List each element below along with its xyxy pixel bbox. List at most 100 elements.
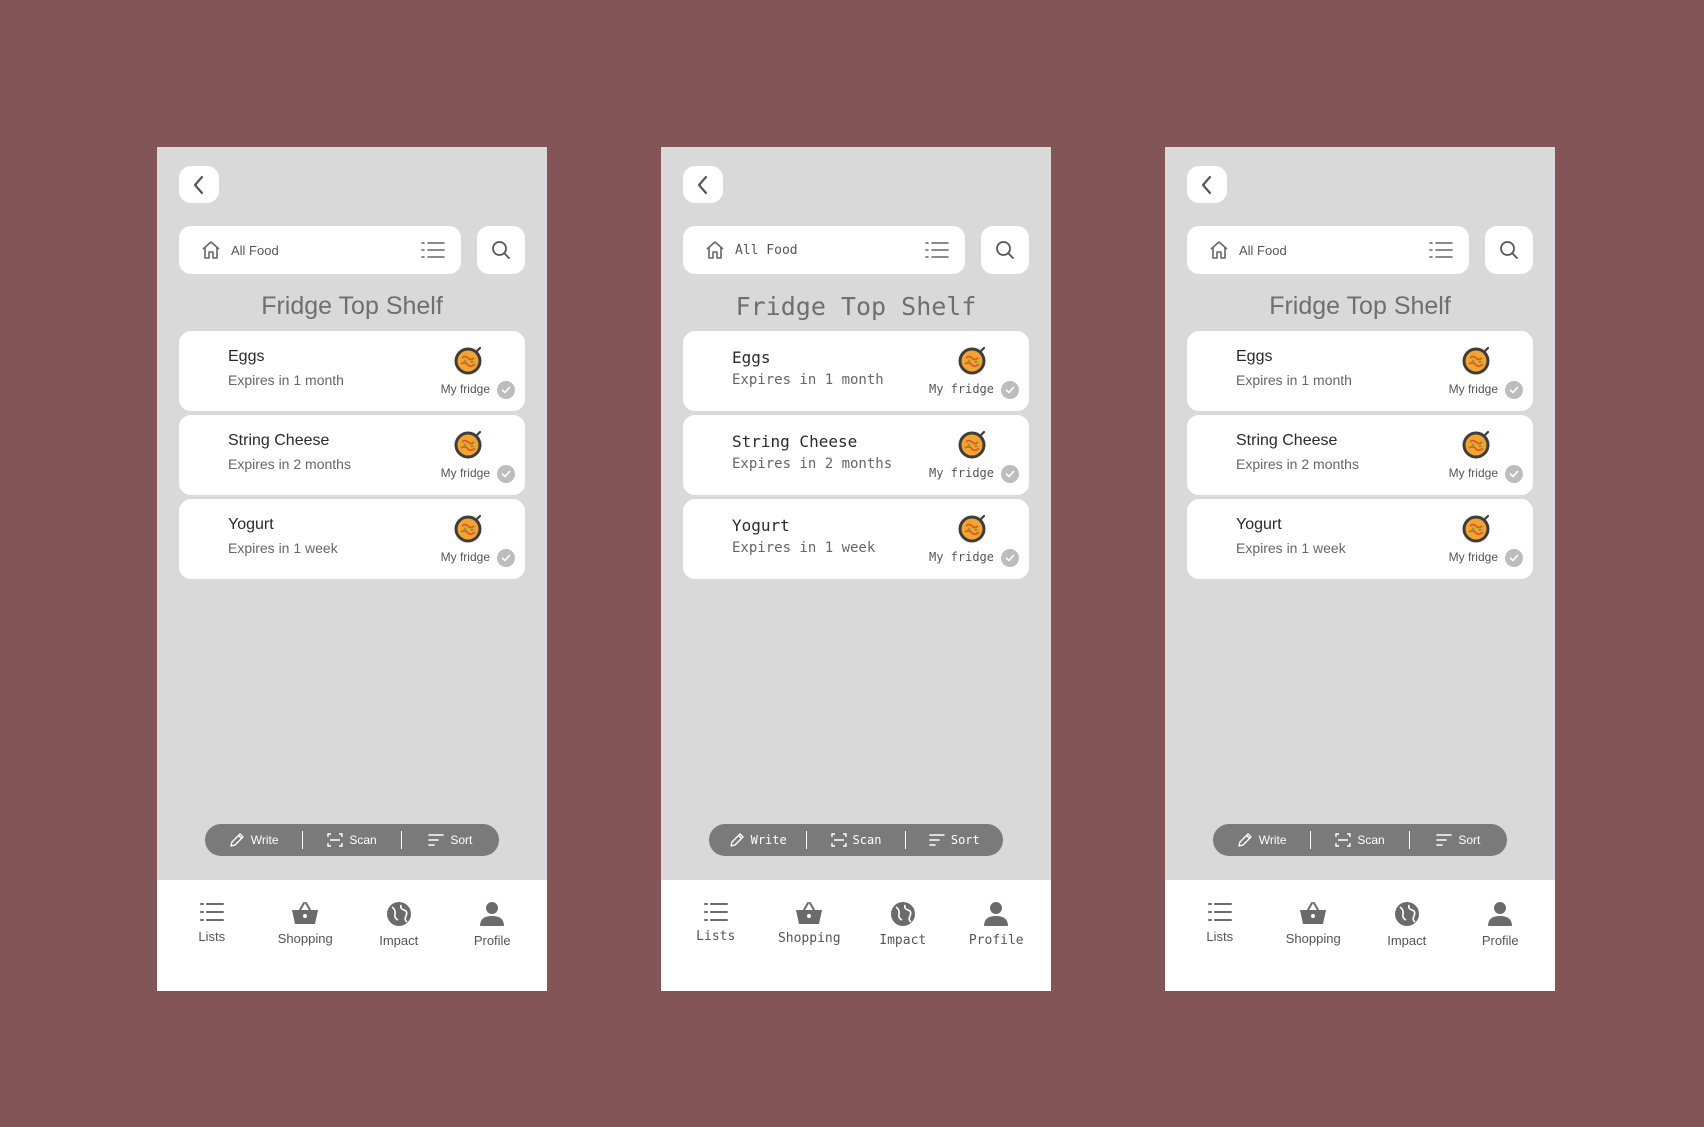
nav-shopping-label: Shopping: [1285, 931, 1341, 946]
home-icon: [1210, 241, 1228, 259]
list-item[interactable]: Yogurt Expires in 1 week My fridge: [683, 499, 1029, 579]
item-location: My fridge: [440, 382, 490, 396]
basket-icon: [796, 902, 823, 924]
check-circle-icon[interactable]: [1505, 549, 1523, 567]
write-label: Write: [750, 833, 787, 847]
sort-button[interactable]: Sort: [402, 824, 499, 856]
phone-screen: All Food Fridge Top Shelf Eggs Expires i…: [661, 147, 1051, 991]
person-icon: [984, 902, 1009, 926]
list-icon: [199, 903, 224, 921]
nav-lists[interactable]: Lists: [172, 880, 252, 991]
chevron-left-icon: [1201, 175, 1212, 194]
food-dish-icon: [1462, 430, 1490, 459]
item-expiry: Expires in 1 month: [228, 372, 344, 388]
back-button[interactable]: [683, 166, 723, 203]
search-icon: [492, 241, 510, 259]
nav-profile[interactable]: Profile: [1460, 880, 1540, 991]
category-filter[interactable]: All Food: [179, 226, 461, 274]
list-item[interactable]: Eggs Expires in 1 month My fridge: [683, 331, 1029, 411]
nav-shopping[interactable]: Shopping: [769, 880, 849, 991]
search-icon: [1500, 241, 1518, 259]
filter-label: All Food: [231, 242, 279, 258]
back-button[interactable]: [179, 166, 219, 203]
item-location: My fridge: [928, 466, 994, 480]
nav-shopping[interactable]: Shopping: [265, 880, 345, 991]
nav-impact-label: Impact: [379, 933, 419, 948]
sort-label: Sort: [950, 833, 980, 847]
list-item[interactable]: Yogurt Expires in 1 week My fridge: [179, 499, 525, 579]
check-circle-icon[interactable]: [497, 465, 515, 483]
nav-lists[interactable]: Lists: [1180, 880, 1260, 991]
back-button[interactable]: [1187, 166, 1227, 203]
action-toolbar: Write Scan Sort: [709, 824, 1003, 856]
basket-icon: [292, 902, 319, 924]
person-icon: [480, 902, 505, 926]
sort-button[interactable]: Sort: [1410, 824, 1507, 856]
item-expiry: Expires in 1 week: [228, 540, 338, 556]
nav-shopping-label: Shopping: [277, 931, 333, 946]
bottom-navigation: Lists Shopping Impact Profile: [661, 880, 1051, 991]
check-circle-icon[interactable]: [1505, 381, 1523, 399]
list-item[interactable]: Eggs Expires in 1 month My fridge: [1187, 331, 1533, 411]
write-button[interactable]: Write: [1213, 824, 1310, 856]
nav-shopping[interactable]: Shopping: [1273, 880, 1353, 991]
search-icon: [996, 241, 1014, 259]
list-icon[interactable]: [1429, 240, 1453, 260]
phone-screen: All Food Fridge Top Shelf Eggs Expires i…: [1165, 147, 1555, 991]
food-dish-icon: [1462, 514, 1490, 543]
item-name: Yogurt: [732, 516, 790, 535]
scan-button[interactable]: Scan: [1311, 824, 1408, 856]
item-location: My fridge: [928, 550, 994, 564]
filter-label: All Food: [1239, 242, 1287, 258]
scan-button[interactable]: Scan: [807, 824, 904, 856]
search-button[interactable]: [477, 226, 525, 274]
action-toolbar: Write Scan Sort: [205, 824, 499, 856]
check-circle-icon[interactable]: [1001, 465, 1019, 483]
check-circle-icon[interactable]: [1505, 465, 1523, 483]
check-circle-icon[interactable]: [1001, 381, 1019, 399]
list-item[interactable]: String Cheese Expires in 2 months My fri…: [683, 415, 1029, 495]
check-circle-icon[interactable]: [497, 381, 515, 399]
search-button[interactable]: [981, 226, 1029, 274]
list-icon[interactable]: [421, 240, 445, 260]
item-location: My fridge: [1448, 382, 1498, 396]
item-location: My fridge: [1448, 466, 1498, 480]
list-item[interactable]: String Cheese Expires in 2 months My fri…: [179, 415, 525, 495]
scan-icon: [327, 833, 344, 847]
nav-impact[interactable]: Impact: [359, 880, 439, 991]
list-icon[interactable]: [925, 240, 949, 260]
pencil-icon: [230, 833, 244, 847]
nav-impact[interactable]: Impact: [1367, 880, 1447, 991]
sort-button[interactable]: Sort: [906, 824, 1003, 856]
category-filter[interactable]: All Food: [683, 226, 965, 274]
write-button[interactable]: Write: [709, 824, 806, 856]
food-dish-icon: [1462, 346, 1490, 375]
nav-profile[interactable]: Profile: [452, 880, 532, 991]
search-button[interactable]: [1485, 226, 1533, 274]
nav-profile[interactable]: Profile: [956, 880, 1036, 991]
food-dish-icon: [454, 346, 482, 375]
page-title: Fridge Top Shelf: [261, 292, 443, 320]
nav-lists[interactable]: Lists: [676, 880, 756, 991]
item-location: My fridge: [928, 382, 994, 396]
scan-button[interactable]: Scan: [303, 824, 400, 856]
nav-profile-label: Profile: [1481, 933, 1519, 948]
food-dish-icon: [958, 346, 986, 375]
item-name: Eggs: [228, 348, 265, 365]
category-filter[interactable]: All Food: [1187, 226, 1469, 274]
food-dish-icon: [958, 430, 986, 459]
list-icon: [703, 903, 728, 921]
nav-impact-label: Impact: [879, 933, 927, 948]
nav-impact-label: Impact: [1387, 933, 1427, 948]
sort-label: Sort: [450, 833, 473, 847]
item-expiry: Expires in 2 months: [228, 456, 351, 472]
list-item[interactable]: Eggs Expires in 1 month My fridge: [179, 331, 525, 411]
list-item[interactable]: String Cheese Expires in 2 months My fri…: [1187, 415, 1533, 495]
check-circle-icon[interactable]: [1001, 549, 1019, 567]
scan-label: Scan: [1357, 833, 1385, 847]
write-button[interactable]: Write: [205, 824, 302, 856]
nav-impact[interactable]: Impact: [863, 880, 943, 991]
list-item[interactable]: Yogurt Expires in 1 week My fridge: [1187, 499, 1533, 579]
page-title: Fridge Top Shelf: [1269, 292, 1451, 320]
check-circle-icon[interactable]: [497, 549, 515, 567]
